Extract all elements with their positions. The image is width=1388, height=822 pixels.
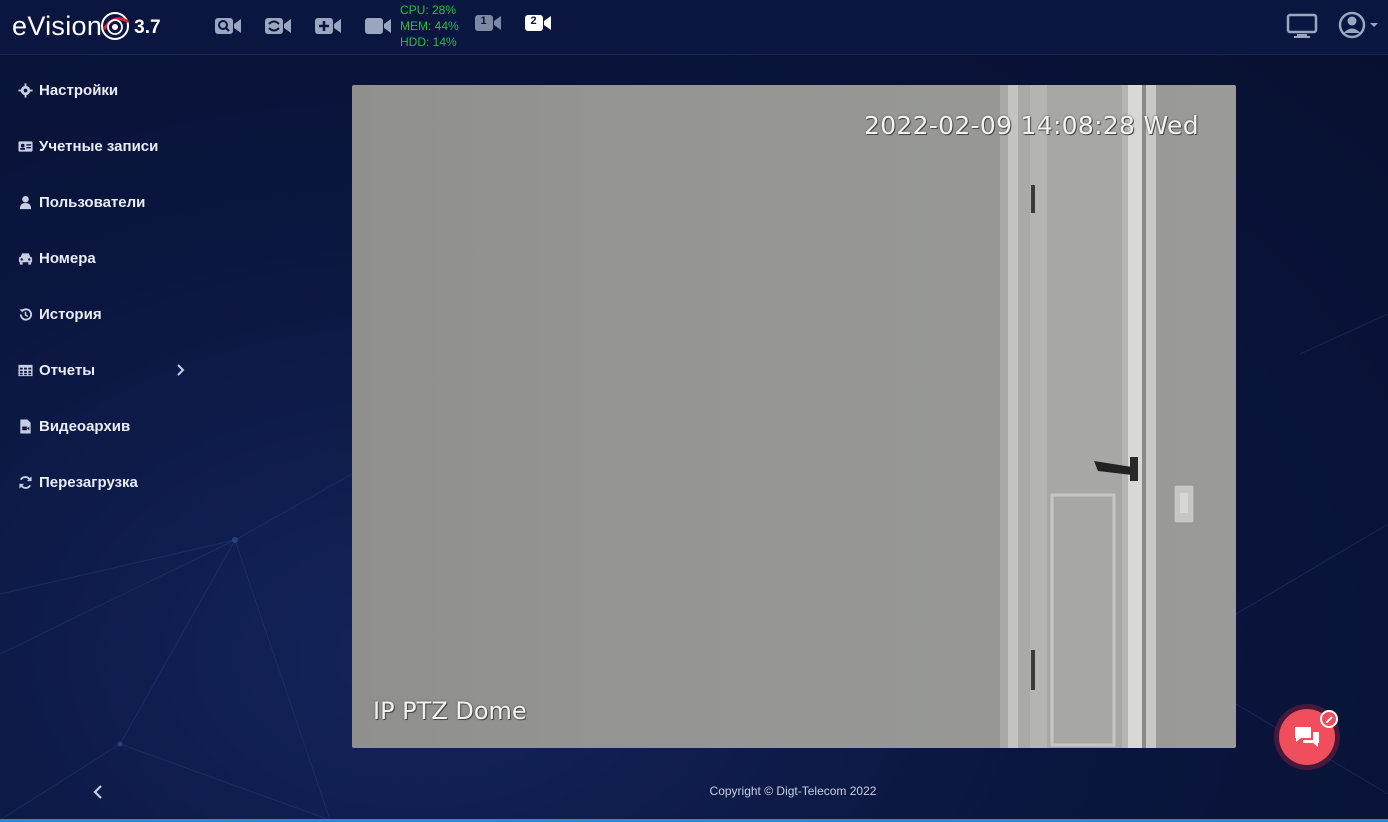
hdd-usage: HDD: 14% <box>400 35 457 49</box>
cpu-usage: CPU: 28% <box>400 3 457 17</box>
sidebar-item-label: Настройки <box>39 81 119 99</box>
car-icon <box>17 250 33 266</box>
sidebar-item-users[interactable]: Пользователи <box>0 174 200 230</box>
chevron-right-icon <box>177 364 185 376</box>
system-stats: CPU: 28% MEM: 44% HDD: 14% <box>400 2 459 50</box>
video-timestamp: 2022-02-09 14:08:28 Wed <box>864 111 1199 140</box>
history-icon <box>17 306 33 322</box>
monitor-icon <box>1286 13 1318 38</box>
logo[interactable]: eVision 3.7 <box>12 8 161 44</box>
camera-switch-icon <box>265 18 291 34</box>
sidebar-item-label: Учетные записи <box>39 137 159 155</box>
chat-bubbles-icon <box>1295 727 1319 747</box>
sidebar-item-reports[interactable]: Отчеты <box>0 342 200 398</box>
gear-icon <box>17 82 33 98</box>
camera-video-feed[interactable]: 2022-02-09 14:08:28 Wed IP PTZ Dome <box>352 85 1236 748</box>
camera-add-icon <box>315 18 341 34</box>
sidebar-item-label: История <box>39 305 102 323</box>
app-version: 3.7 <box>134 17 161 38</box>
layout-switcher: 1 2 <box>474 12 574 40</box>
sidebar-item-label: Пользователи <box>39 193 146 211</box>
monitor-button[interactable] <box>1286 12 1318 40</box>
camera-name-label: IP PTZ Dome <box>373 697 527 725</box>
camera-search-icon <box>215 18 241 34</box>
pencil-icon <box>1325 715 1333 723</box>
table-icon <box>17 362 33 378</box>
camera-frame-image <box>1000 85 1195 748</box>
top-bar: eVision 3.7 CPU: 28% MEM: 44% HDD: 14% 1… <box>0 0 1388 55</box>
layout-2-button[interactable]: 2 <box>524 12 574 40</box>
user-menu-button[interactable] <box>1338 10 1380 42</box>
layout-1-label: 1 <box>480 15 487 27</box>
user-icon <box>17 194 33 210</box>
sidebar: Настройки Учетные записи Пользователи Но… <box>0 62 200 510</box>
layout-2-label: 2 <box>530 15 537 27</box>
sidebar-item-history[interactable]: История <box>0 286 200 342</box>
compose-badge <box>1320 710 1338 728</box>
sidebar-item-label: Видеоархив <box>39 417 131 435</box>
sidebar-item-label: Номера <box>39 249 96 267</box>
refresh-icon <box>17 474 33 490</box>
camera-add-button[interactable] <box>314 12 364 40</box>
sidebar-item-video-archive[interactable]: Видеоархив <box>0 398 200 454</box>
chat-button[interactable] <box>1274 704 1340 770</box>
footer-copyright: Copyright © Digt-Telecom 2022 <box>709 784 877 798</box>
sidebar-item-numbers[interactable]: Номера <box>0 230 200 286</box>
video-file-icon <box>17 418 33 434</box>
camera-switch-button[interactable] <box>264 12 314 40</box>
sidebar-item-settings[interactable]: Настройки <box>0 62 200 118</box>
mem-usage: MEM: 44% <box>400 19 459 33</box>
camera-icon <box>365 18 391 34</box>
id-card-icon <box>17 138 33 154</box>
layout-1-button[interactable]: 1 <box>474 12 524 40</box>
sidebar-item-label: Перезагрузка <box>39 473 138 491</box>
camera-toolbar <box>214 12 414 40</box>
sidebar-item-accounts[interactable]: Учетные записи <box>0 118 200 174</box>
sidebar-item-reboot[interactable]: Перезагрузка <box>0 454 200 510</box>
logo-eye-icon <box>101 12 130 40</box>
camera-search-button[interactable] <box>214 12 264 40</box>
sidebar-item-label: Отчеты <box>39 361 96 379</box>
caret-down-icon <box>1370 23 1378 27</box>
logo-text: eVision <box>12 10 103 41</box>
user-avatar-icon <box>1338 11 1378 39</box>
